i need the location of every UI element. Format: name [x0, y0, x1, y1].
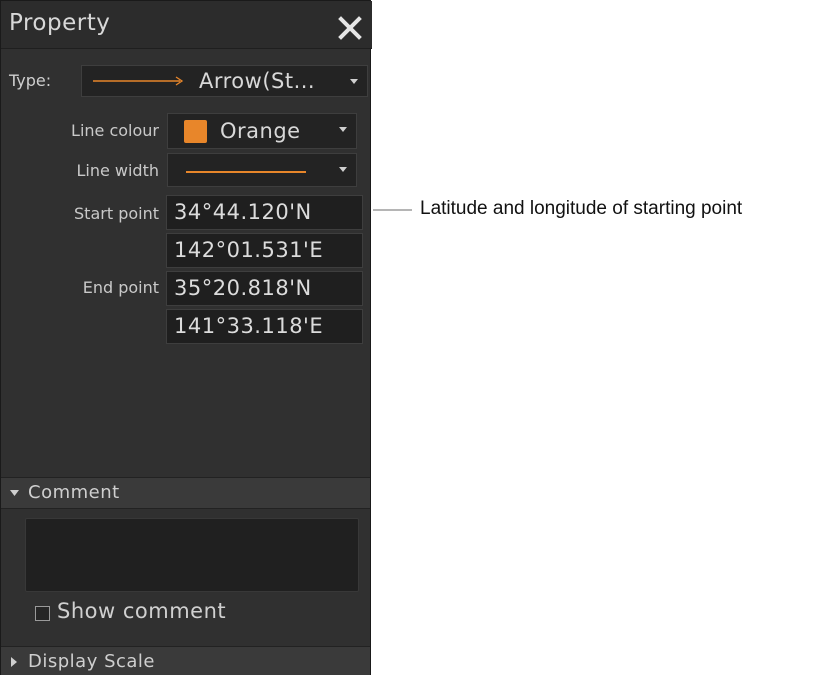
comment-section-label: Comment	[28, 482, 120, 503]
chevron-down-icon	[339, 167, 347, 172]
property-panel: Property Type: Arrow(St... Line colour O…	[0, 0, 372, 675]
arrow-line-icon	[93, 76, 184, 86]
panel-titlebar: Property	[1, 1, 372, 49]
display-scale-section-header[interactable]: Display Scale	[1, 646, 370, 675]
panel-title: Property	[9, 10, 111, 36]
start-point-latitude-field[interactable]: 34°44.120'N	[166, 195, 363, 230]
annotation-leader-line	[373, 209, 412, 211]
colour-swatch	[184, 120, 207, 143]
close-icon	[338, 16, 362, 40]
comment-textarea[interactable]	[25, 518, 359, 592]
start-point-longitude-field[interactable]: 142°01.531'E	[166, 233, 363, 268]
end-point-latitude-field[interactable]: 35°20.818'N	[166, 271, 363, 306]
end-point-longitude-field[interactable]: 141°33.118'E	[166, 309, 363, 344]
triangle-down-icon	[10, 490, 19, 496]
annotation-text: Latitude and longitude of starting point	[420, 198, 743, 219]
display-scale-section-label: Display Scale	[28, 651, 155, 672]
comment-section-header[interactable]: Comment	[1, 477, 370, 509]
line-width-preview	[186, 171, 306, 173]
type-value: Arrow(St...	[199, 69, 316, 93]
type-label: Type:	[9, 71, 52, 90]
line-colour-value: Orange	[220, 119, 301, 143]
close-button[interactable]	[337, 15, 363, 41]
line-width-label: Line width	[76, 161, 159, 180]
line-colour-label: Line colour	[71, 121, 159, 140]
chevron-down-icon	[350, 79, 358, 84]
show-comment-label[interactable]: Show comment	[57, 599, 226, 623]
end-point-label: End point	[82, 278, 159, 297]
show-comment-checkbox[interactable]	[35, 606, 50, 621]
line-colour-dropdown[interactable]: Orange	[167, 113, 357, 149]
line-width-dropdown[interactable]	[167, 153, 357, 187]
triangle-right-icon	[11, 657, 17, 667]
type-dropdown[interactable]: Arrow(St...	[81, 65, 368, 97]
chevron-down-icon	[339, 127, 347, 132]
start-point-label: Start point	[74, 204, 159, 223]
